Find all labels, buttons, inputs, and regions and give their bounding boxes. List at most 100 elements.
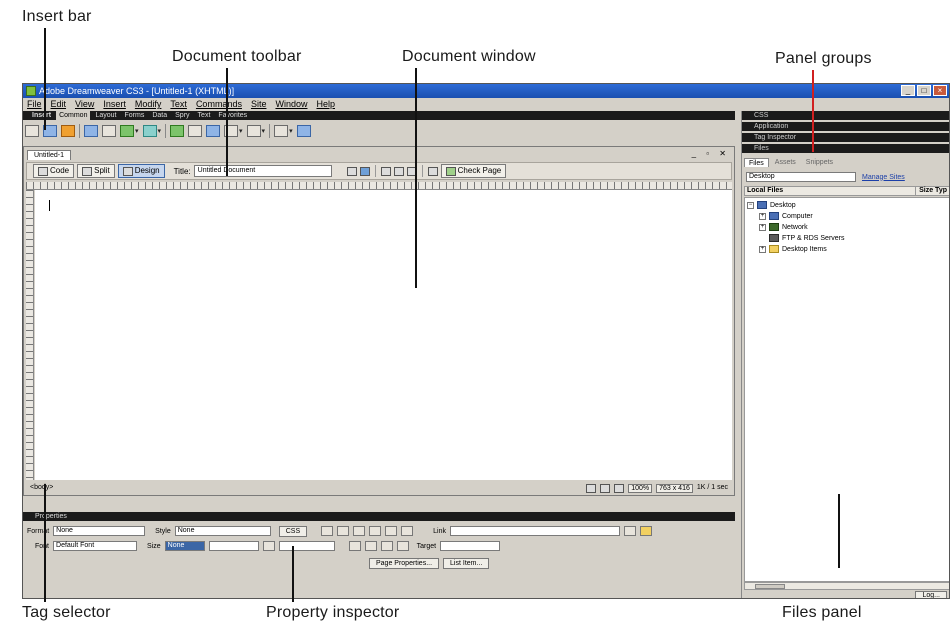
manage-sites-link[interactable]: Manage Sites bbox=[862, 174, 905, 181]
expand-icon[interactable]: + bbox=[759, 223, 766, 231]
file-management-icon[interactable] bbox=[346, 166, 357, 176]
div-icon[interactable] bbox=[102, 125, 116, 137]
collapse-icon[interactable]: − bbox=[747, 201, 754, 209]
align-left-icon[interactable] bbox=[353, 526, 366, 536]
css-button[interactable]: CSS bbox=[278, 525, 308, 537]
tab-assets[interactable]: Assets bbox=[771, 158, 800, 167]
table-icon[interactable] bbox=[84, 125, 98, 137]
font-select[interactable]: Default Font bbox=[53, 541, 138, 551]
tree-item[interactable]: FTP & RDS Servers bbox=[769, 233, 845, 243]
menu-insert[interactable]: Insert bbox=[103, 98, 126, 111]
indent-icon[interactable] bbox=[396, 541, 409, 551]
panel-application-header[interactable]: Application bbox=[742, 122, 949, 131]
validate-markup-icon[interactable] bbox=[427, 166, 438, 176]
text-color-icon[interactable] bbox=[262, 541, 275, 551]
chevron-down-icon[interactable]: ▾ bbox=[262, 127, 266, 135]
text-color-input[interactable] bbox=[278, 541, 335, 551]
insert-tab-spry[interactable]: Spry bbox=[172, 111, 192, 120]
tree-item[interactable]: − Desktop bbox=[747, 200, 796, 210]
align-right-icon[interactable] bbox=[385, 526, 398, 536]
menu-modify[interactable]: Modify bbox=[135, 98, 162, 111]
unordered-list-icon[interactable] bbox=[348, 541, 361, 551]
target-select[interactable] bbox=[440, 541, 501, 551]
tree-item[interactable]: + Computer bbox=[759, 211, 813, 221]
page-properties-button[interactable]: Page Properties... bbox=[369, 557, 440, 569]
document-window-controls[interactable]: _ ▫ ✕ bbox=[692, 149, 730, 158]
window-size-select[interactable]: 763 x 416 bbox=[656, 483, 693, 493]
zoom-select[interactable]: 100% bbox=[628, 483, 653, 493]
maximize-button[interactable]: □ bbox=[917, 85, 931, 96]
menu-edit[interactable]: Edit bbox=[51, 98, 67, 111]
ordered-list-icon[interactable] bbox=[364, 541, 377, 551]
image-icon[interactable] bbox=[120, 125, 134, 137]
refresh-icon[interactable] bbox=[380, 166, 391, 176]
hyperlink-icon[interactable] bbox=[25, 125, 39, 137]
document-title-input[interactable]: Untitled Document bbox=[193, 165, 332, 177]
design-view-button[interactable]: Design bbox=[117, 164, 165, 178]
tree-item[interactable]: + Network bbox=[759, 222, 808, 232]
minimize-button[interactable]: _ bbox=[901, 85, 915, 96]
browse-folder-icon[interactable] bbox=[639, 526, 652, 536]
insert-tab-layout[interactable]: Layout bbox=[92, 111, 119, 120]
tab-snippets[interactable]: Snippets bbox=[802, 158, 837, 167]
panel-files-header[interactable]: Files bbox=[742, 144, 949, 153]
check-page-button[interactable]: Check Page bbox=[440, 164, 507, 178]
point-to-file-icon[interactable] bbox=[623, 526, 636, 536]
menu-file[interactable]: File bbox=[27, 98, 42, 111]
zoom-tool-icon[interactable] bbox=[614, 483, 625, 493]
menu-text[interactable]: Text bbox=[170, 98, 187, 111]
menu-help[interactable]: Help bbox=[316, 98, 335, 111]
list-item-button[interactable]: List Item... bbox=[443, 557, 490, 569]
panel-tag-inspector-header[interactable]: Tag Inspector bbox=[742, 133, 949, 142]
size-type-header[interactable]: Size Typ bbox=[915, 187, 947, 195]
menu-window[interactable]: Window bbox=[275, 98, 307, 111]
format-select[interactable]: None bbox=[53, 526, 146, 536]
size-unit-select[interactable] bbox=[208, 541, 259, 551]
comment-icon[interactable] bbox=[206, 125, 221, 137]
templates-icon[interactable] bbox=[274, 125, 289, 137]
site-select[interactable]: Desktop bbox=[746, 172, 856, 182]
code-view-button[interactable]: Code bbox=[33, 164, 75, 178]
named-anchor-icon[interactable] bbox=[61, 125, 75, 137]
insert-bar-title[interactable]: Insert bbox=[29, 111, 54, 120]
chevron-down-icon[interactable]: ▾ bbox=[289, 127, 293, 135]
select-tool-icon[interactable] bbox=[586, 483, 597, 493]
log-button[interactable]: Log... bbox=[915, 591, 947, 598]
menu-view[interactable]: View bbox=[75, 98, 94, 111]
tag-chooser-icon[interactable] bbox=[296, 125, 311, 137]
chevron-down-icon[interactable]: ▾ bbox=[239, 127, 243, 135]
chevron-down-icon[interactable]: ▾ bbox=[158, 127, 162, 135]
view-options-icon[interactable] bbox=[393, 166, 404, 176]
tab-files[interactable]: Files bbox=[744, 158, 769, 167]
justify-icon[interactable] bbox=[401, 526, 414, 536]
media-icon[interactable] bbox=[142, 125, 157, 137]
close-button[interactable]: × bbox=[933, 85, 947, 96]
chevron-down-icon[interactable]: ▾ bbox=[135, 127, 139, 135]
local-files-header[interactable]: Local Files bbox=[747, 187, 783, 194]
insert-tab-data[interactable]: Data bbox=[149, 111, 170, 120]
italic-icon[interactable] bbox=[337, 526, 350, 536]
tree-item[interactable]: + Desktop Items bbox=[759, 244, 827, 254]
insert-tab-common[interactable]: Common bbox=[56, 111, 91, 120]
panel-css-header[interactable]: CSS bbox=[742, 111, 949, 120]
files-horizontal-scrollbar[interactable] bbox=[744, 582, 949, 590]
scrollbar-thumb[interactable] bbox=[755, 584, 785, 589]
outdent-icon[interactable] bbox=[380, 541, 393, 551]
menu-commands[interactable]: Commands bbox=[196, 98, 242, 111]
insert-tab-favorites[interactable]: Favorites bbox=[215, 111, 250, 120]
expand-icon[interactable]: + bbox=[759, 245, 766, 253]
expand-icon[interactable]: + bbox=[759, 212, 766, 220]
properties-header[interactable]: Properties bbox=[23, 512, 735, 521]
menu-site[interactable]: Site bbox=[251, 98, 267, 111]
document-tab[interactable]: Untitled-1 bbox=[27, 150, 71, 160]
align-center-icon[interactable] bbox=[369, 526, 382, 536]
preview-browser-icon[interactable] bbox=[359, 166, 370, 176]
bold-icon[interactable] bbox=[321, 526, 334, 536]
split-view-button[interactable]: Split bbox=[77, 164, 115, 178]
date-icon[interactable] bbox=[170, 125, 185, 137]
link-input[interactable] bbox=[449, 526, 620, 536]
insert-tab-text[interactable]: Text bbox=[195, 111, 214, 120]
script-icon[interactable] bbox=[246, 125, 261, 137]
hand-tool-icon[interactable] bbox=[600, 483, 611, 493]
server-side-include-icon[interactable] bbox=[188, 125, 203, 137]
